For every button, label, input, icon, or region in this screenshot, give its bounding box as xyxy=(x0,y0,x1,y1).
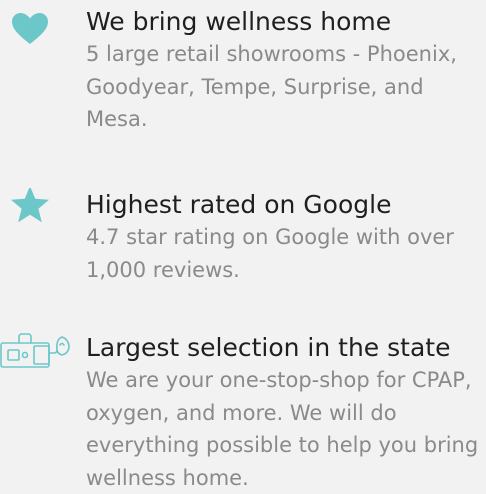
feature-title: We bring wellness home xyxy=(86,7,392,36)
feature-description: 4.7 star rating on Google with over 1,00… xyxy=(86,225,454,282)
feature-description: We are your one-stop-shop for CPAP, oxyg… xyxy=(86,368,479,490)
feature-title: Largest selection in the state xyxy=(86,333,451,362)
feature-title: Highest rated on Google xyxy=(86,190,392,219)
feature-description: 5 large retail showrooms - Phoenix, Good… xyxy=(86,42,457,131)
heart-icon xyxy=(0,5,74,49)
oxygen-concentrator-icon xyxy=(0,331,74,375)
star-icon xyxy=(0,188,74,232)
